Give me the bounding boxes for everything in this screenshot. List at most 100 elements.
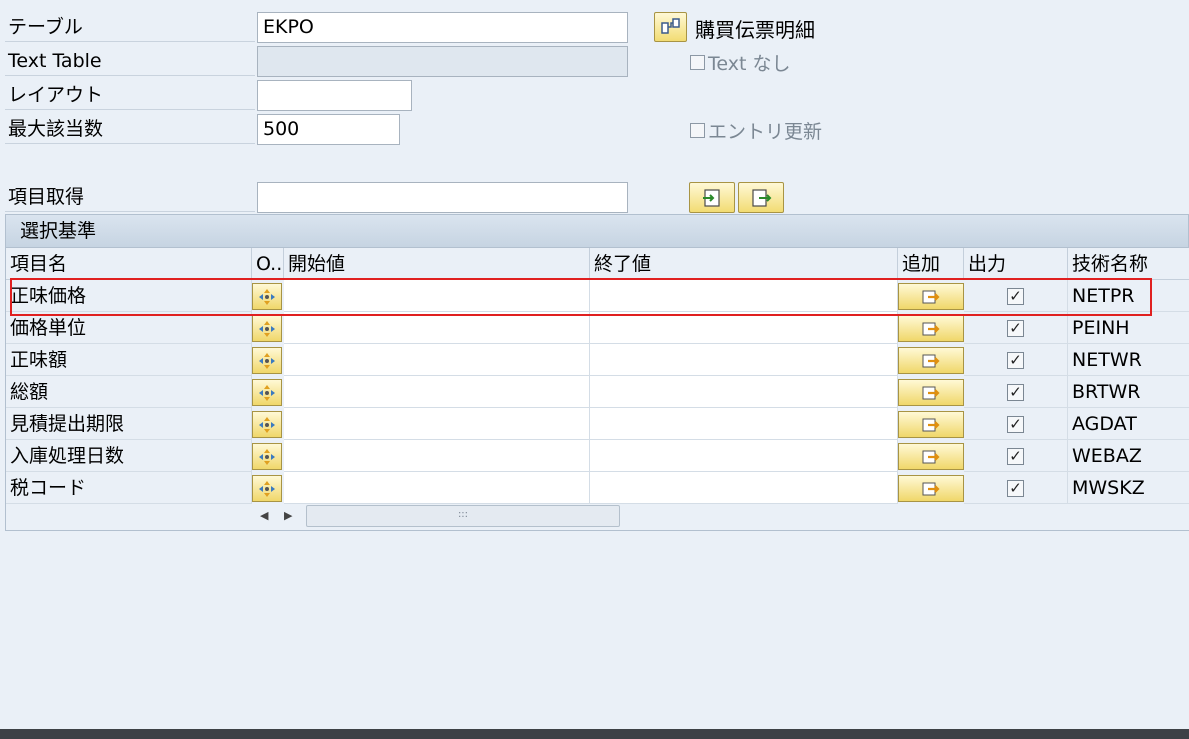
field-get-input[interactable] xyxy=(257,182,628,213)
field-name-cell: 税コード xyxy=(6,472,252,504)
field-name-cell: 入庫処理日数 xyxy=(6,440,252,472)
high-value-input[interactable] xyxy=(590,440,898,472)
entry-update-checkbox[interactable]: エントリ更新 xyxy=(690,117,822,144)
table-structure-icon xyxy=(660,18,680,34)
add-selection-button[interactable] xyxy=(898,379,964,406)
low-value-input[interactable] xyxy=(284,312,590,344)
layout-input[interactable] xyxy=(257,80,412,111)
table-row: 正味額 ✓ NETWR xyxy=(6,344,1189,376)
add-selection-button[interactable] xyxy=(898,475,964,502)
high-value-input[interactable] xyxy=(590,376,898,408)
selection-option-icon xyxy=(259,288,275,305)
output-checkbox[interactable]: ✓ xyxy=(1007,480,1024,497)
field-name-cell: 見積提出期限 xyxy=(6,408,252,440)
scroll-left-icon[interactable]: ◀ xyxy=(260,509,268,522)
add-selection-button[interactable] xyxy=(898,283,964,310)
checkbox-unchecked-icon xyxy=(690,55,705,70)
import-fields-button[interactable] xyxy=(689,182,735,213)
tech-name-cell: WEBAZ xyxy=(1068,440,1189,472)
add-selection-button[interactable] xyxy=(898,315,964,342)
high-value-input[interactable] xyxy=(590,280,898,312)
option-button[interactable] xyxy=(252,347,282,374)
high-value-input[interactable] xyxy=(590,312,898,344)
table-description: 購買伝票明細 xyxy=(695,18,815,42)
table-row: 価格単位 ✓ PEINH xyxy=(6,312,1189,344)
output-checkbox[interactable]: ✓ xyxy=(1007,448,1024,465)
field-name-cell: 正味価格 xyxy=(6,280,252,312)
tech-name-cell: BRTWR xyxy=(1068,376,1189,408)
multiple-selection-icon xyxy=(922,386,940,399)
low-value-input[interactable] xyxy=(284,280,590,312)
multiple-selection-icon xyxy=(922,322,940,335)
tech-name-cell: NETPR xyxy=(1068,280,1189,312)
col-low-value: 開始値 xyxy=(284,248,590,280)
no-text-checkbox[interactable]: Text なし xyxy=(690,49,790,76)
checkbox-unchecked-icon xyxy=(690,123,705,138)
high-value-input[interactable] xyxy=(590,344,898,376)
export-fields-button[interactable] xyxy=(738,182,784,213)
add-selection-button[interactable] xyxy=(898,347,964,374)
option-button[interactable] xyxy=(252,283,282,310)
text-table-input xyxy=(257,46,628,77)
col-output: 出力 xyxy=(964,248,1068,280)
output-checkbox[interactable]: ✓ xyxy=(1007,384,1024,401)
add-selection-button[interactable] xyxy=(898,411,964,438)
table-row: 税コード ✓ MWSKZ xyxy=(6,472,1189,504)
import-icon xyxy=(703,188,720,207)
low-value-input[interactable] xyxy=(284,472,590,504)
low-value-input[interactable] xyxy=(284,376,590,408)
option-button[interactable] xyxy=(252,475,282,502)
output-checkbox[interactable]: ✓ xyxy=(1007,416,1024,433)
selection-option-icon xyxy=(259,384,275,401)
scroll-right-icon[interactable]: ▶ xyxy=(284,509,292,522)
output-checkbox[interactable]: ✓ xyxy=(1007,352,1024,369)
col-high-value: 終了値 xyxy=(590,248,898,280)
table-info-button[interactable] xyxy=(654,12,687,42)
multiple-selection-icon xyxy=(922,290,940,303)
table-input[interactable]: EKPO xyxy=(257,12,628,43)
tech-name-cell: AGDAT xyxy=(1068,408,1189,440)
low-value-input[interactable] xyxy=(284,344,590,376)
option-button[interactable] xyxy=(252,315,282,342)
tech-name-cell: MWSKZ xyxy=(1068,472,1189,504)
high-value-input[interactable] xyxy=(590,408,898,440)
horizontal-scrollbar[interactable]: ◀ ▶ ::: xyxy=(252,505,622,527)
selection-option-icon xyxy=(259,448,275,465)
multiple-selection-icon xyxy=(922,354,940,367)
col-tech-name: 技術名称 xyxy=(1068,248,1189,280)
field-name-cell: 正味額 xyxy=(6,344,252,376)
low-value-input[interactable] xyxy=(284,440,590,472)
layout-label: レイアウト xyxy=(5,80,255,110)
multiple-selection-icon xyxy=(922,450,940,463)
high-value-input[interactable] xyxy=(590,472,898,504)
export-icon xyxy=(752,188,772,207)
max-hits-input[interactable]: 500 xyxy=(257,114,400,145)
table-row: 見積提出期限 ✓ AGDAT xyxy=(6,408,1189,440)
table-row: 正味価格 ✓ NETPR xyxy=(6,280,1189,312)
option-button[interactable] xyxy=(252,411,282,438)
selection-option-icon xyxy=(259,480,275,497)
field-get-label: 項目取得 xyxy=(5,182,255,212)
option-button[interactable] xyxy=(252,379,282,406)
selection-option-icon xyxy=(259,352,275,369)
output-checkbox[interactable]: ✓ xyxy=(1007,288,1024,305)
tech-name-cell: NETWR xyxy=(1068,344,1189,376)
selection-option-icon xyxy=(259,416,275,433)
col-option: O.. xyxy=(252,248,284,280)
no-text-label: Text なし xyxy=(708,53,791,75)
add-selection-button[interactable] xyxy=(898,443,964,470)
low-value-input[interactable] xyxy=(284,408,590,440)
col-add: 追加 xyxy=(898,248,964,280)
status-bar xyxy=(0,729,1189,739)
text-table-label: Text Table xyxy=(5,46,255,76)
selection-criteria-header: 選択基準 xyxy=(5,214,1189,248)
table-row: 入庫処理日数 ✓ WEBAZ xyxy=(6,440,1189,472)
multiple-selection-icon xyxy=(922,418,940,431)
field-name-cell: 価格単位 xyxy=(6,312,252,344)
option-button[interactable] xyxy=(252,443,282,470)
selection-option-icon xyxy=(259,320,275,337)
scroll-thumb[interactable]: ::: xyxy=(306,505,620,527)
col-field-name: 項目名 xyxy=(6,248,252,280)
table-row: 総額 ✓ BRTWR xyxy=(6,376,1189,408)
output-checkbox[interactable]: ✓ xyxy=(1007,320,1024,337)
